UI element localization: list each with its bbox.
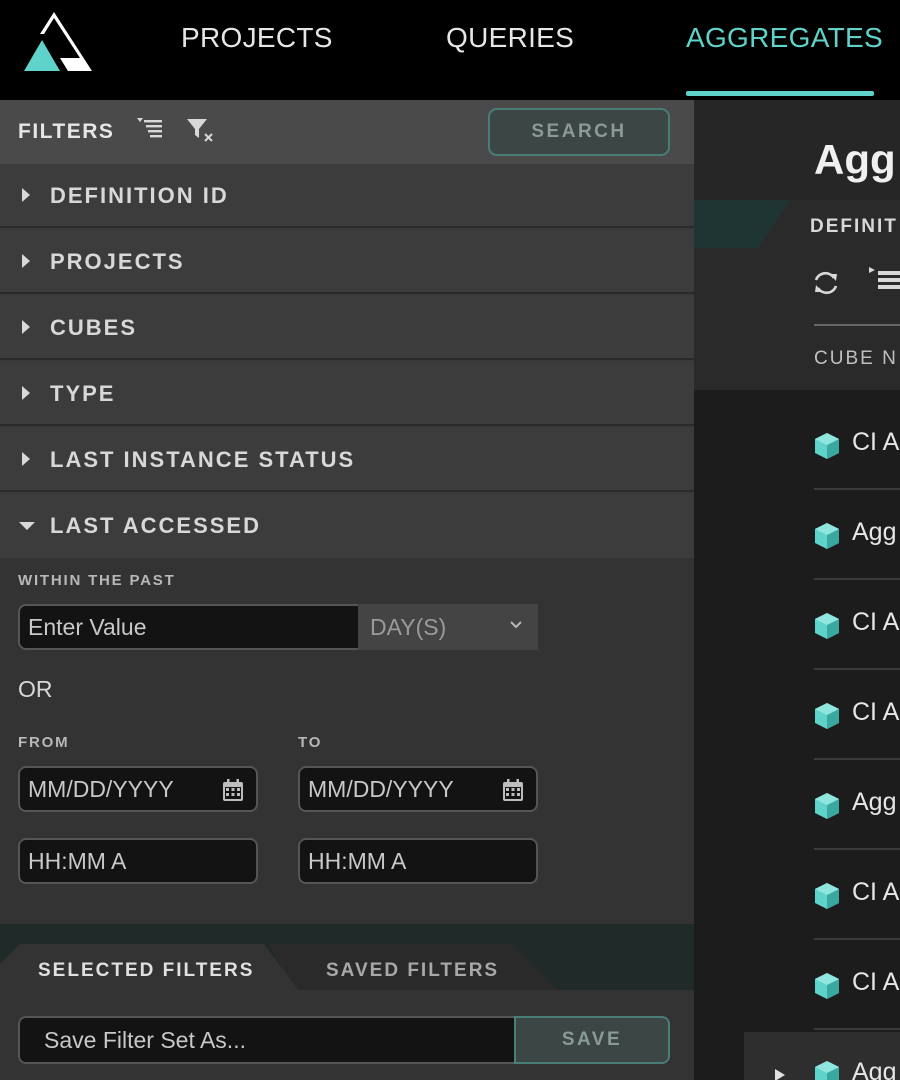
section-label: LAST INSTANCE STATUS bbox=[50, 447, 356, 472]
cube-icon bbox=[815, 613, 839, 639]
filter-section-definition-id[interactable]: DEFINITION ID bbox=[0, 164, 694, 228]
nav-queries[interactable]: QUERIES bbox=[446, 22, 574, 54]
row-name: CI A bbox=[852, 968, 900, 996]
nav-active-indicator bbox=[686, 91, 874, 96]
nav-projects[interactable]: PROJECTS bbox=[181, 22, 333, 54]
table-row[interactable]: CI A bbox=[814, 670, 900, 760]
from-label: FROM bbox=[18, 734, 70, 751]
caret-down-icon bbox=[19, 522, 35, 530]
caret-right-icon bbox=[22, 320, 30, 334]
nav-aggregates[interactable]: AGGREGATES bbox=[686, 22, 883, 54]
caret-right-icon bbox=[22, 452, 30, 466]
table-row[interactable]: Agg bbox=[814, 760, 900, 850]
table-row[interactable]: CI A bbox=[814, 940, 900, 1030]
table-row[interactable]: CI A bbox=[814, 400, 900, 490]
filters-title: FILTERS bbox=[18, 120, 115, 143]
cube-icon bbox=[815, 1061, 839, 1080]
tab-divider bbox=[814, 324, 900, 326]
app-logo[interactable] bbox=[20, 10, 96, 74]
row-name: CI A bbox=[852, 698, 900, 726]
section-label: CUBES bbox=[50, 315, 138, 340]
row-name: CI A bbox=[852, 608, 900, 636]
cube-icon bbox=[815, 523, 839, 549]
calendar-icon[interactable] bbox=[222, 778, 244, 802]
to-label: TO bbox=[298, 734, 323, 751]
calendar-icon[interactable] bbox=[502, 778, 524, 802]
refresh-icon[interactable] bbox=[812, 268, 840, 298]
column-header-cube-name[interactable]: CUBE N bbox=[814, 348, 898, 370]
filter-section-last-instance-status[interactable]: LAST INSTANCE STATUS bbox=[0, 428, 694, 492]
within-value-input[interactable]: Enter Value bbox=[18, 604, 360, 650]
row-name: Agg bbox=[852, 1058, 897, 1080]
save-button[interactable]: SAVE bbox=[514, 1016, 670, 1064]
row-name: CI A bbox=[852, 428, 900, 456]
filters-header: FILTERS SEARCH bbox=[0, 100, 694, 164]
section-label: DEFINITION ID bbox=[50, 183, 229, 208]
row-name: Agg bbox=[852, 518, 897, 546]
cube-icon bbox=[815, 433, 839, 459]
bottom-tabs bbox=[0, 924, 694, 994]
filter-section-cubes[interactable]: CUBES bbox=[0, 296, 694, 360]
section-label: LAST ACCESSED bbox=[50, 513, 261, 538]
caret-right-icon bbox=[22, 254, 30, 268]
tab-definitions[interactable]: DEFINIT bbox=[810, 216, 898, 238]
sort-filter-icon[interactable] bbox=[136, 116, 166, 144]
tab-saved-filters[interactable]: SAVED FILTERS bbox=[326, 960, 499, 982]
list-icon[interactable] bbox=[868, 266, 900, 294]
within-label: WITHIN THE PAST bbox=[18, 572, 176, 589]
caret-right-icon[interactable] bbox=[774, 1068, 786, 1080]
table-row[interactable]: Agg bbox=[814, 490, 900, 580]
row-name: Agg bbox=[852, 788, 897, 816]
section-label: TYPE bbox=[50, 381, 116, 406]
cube-icon bbox=[815, 793, 839, 819]
tab-selected-filters[interactable]: SELECTED FILTERS bbox=[38, 960, 254, 982]
table-row-highlighted[interactable]: Agg bbox=[744, 1032, 900, 1080]
save-filter-input[interactable]: Save Filter Set As... bbox=[18, 1016, 516, 1064]
clear-filter-icon[interactable] bbox=[186, 116, 216, 144]
main-panel: Agg DEFINIT CUBE N CI A Agg CI A CI A Ag… bbox=[694, 100, 900, 1080]
filter-section-last-accessed[interactable]: LAST ACCESSED bbox=[0, 494, 694, 558]
top-nav: PROJECTS QUERIES AGGREGATES bbox=[0, 0, 900, 100]
from-time-input[interactable]: HH:MM A bbox=[18, 838, 258, 884]
section-label: PROJECTS bbox=[50, 249, 185, 274]
cube-icon bbox=[815, 973, 839, 999]
filter-section-projects[interactable]: PROJECTS bbox=[0, 230, 694, 294]
or-label: OR bbox=[18, 676, 53, 702]
chevron-down-icon bbox=[510, 621, 522, 629]
page-title: Agg bbox=[814, 136, 896, 183]
search-button[interactable]: SEARCH bbox=[488, 108, 670, 156]
to-time-input[interactable]: HH:MM A bbox=[298, 838, 538, 884]
cube-icon bbox=[815, 883, 839, 909]
caret-right-icon bbox=[22, 188, 30, 202]
caret-right-icon bbox=[22, 386, 30, 400]
table-row[interactable]: CI A bbox=[814, 850, 900, 940]
row-name: CI A bbox=[852, 878, 900, 906]
cube-icon bbox=[815, 703, 839, 729]
filter-section-type[interactable]: TYPE bbox=[0, 362, 694, 426]
table-row[interactable]: CI A bbox=[814, 580, 900, 670]
